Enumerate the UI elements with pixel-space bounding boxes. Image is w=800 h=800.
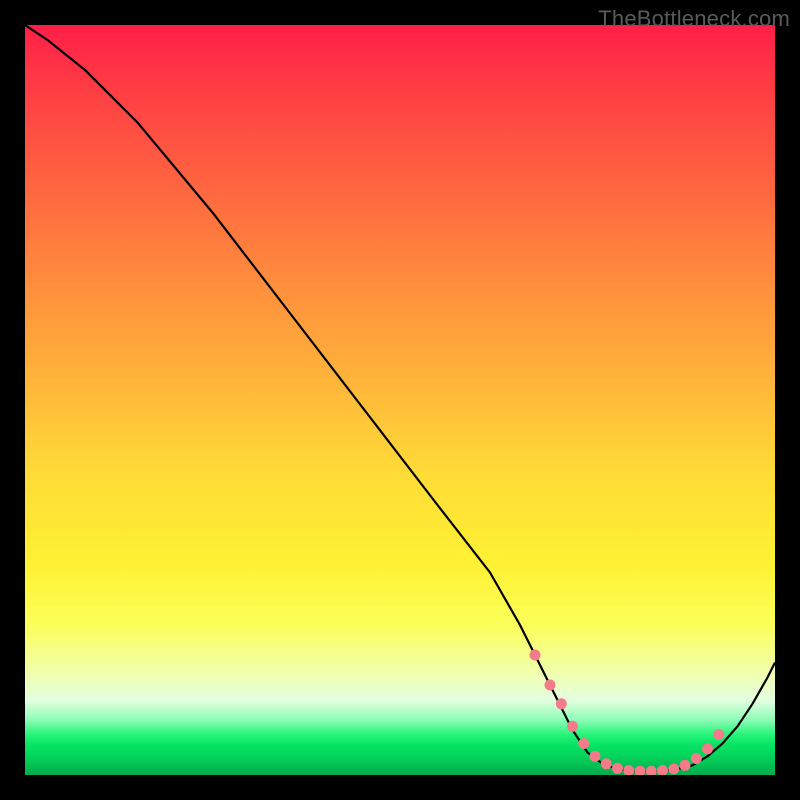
heat-gradient-background	[25, 25, 775, 775]
watermark-text: TheBottleneck.com	[598, 6, 790, 32]
chart-frame: TheBottleneck.com	[0, 0, 800, 800]
plot-area	[25, 25, 775, 775]
